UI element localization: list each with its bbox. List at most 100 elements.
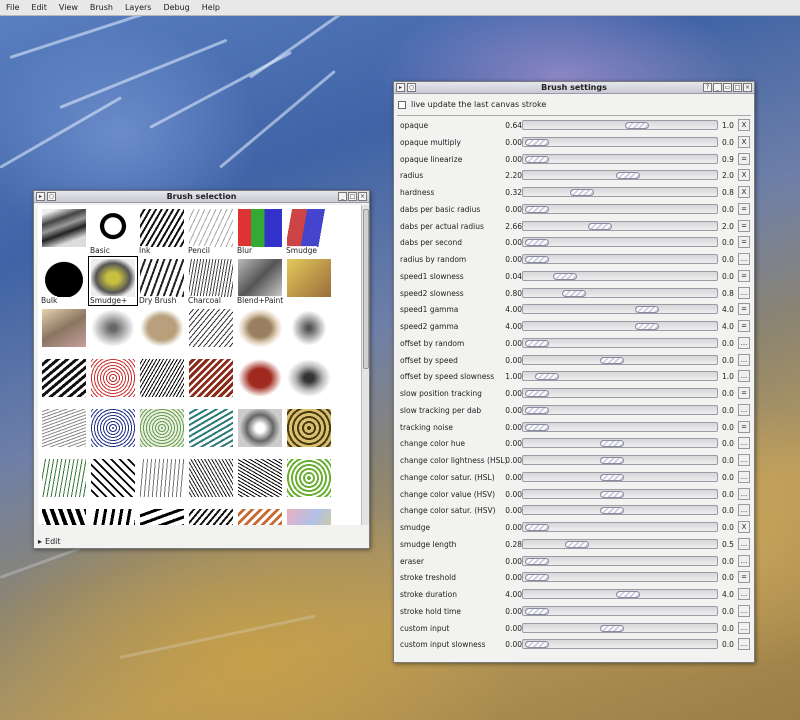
slider-handle[interactable]	[599, 473, 624, 481]
brush-item[interactable]	[138, 307, 186, 355]
brush-item[interactable]	[285, 307, 333, 355]
setting-slider[interactable]	[522, 505, 718, 516]
minimize-icon[interactable]: _	[713, 83, 722, 92]
setting-action-button[interactable]: =	[738, 571, 750, 584]
setting-slider[interactable]	[522, 471, 718, 482]
brush-item[interactable]	[187, 457, 235, 505]
setting-slider[interactable]	[522, 170, 718, 181]
slider-handle[interactable]	[525, 138, 549, 146]
slider-handle[interactable]	[634, 306, 659, 314]
setting-action-button[interactable]: =	[738, 236, 750, 249]
setting-action-button[interactable]: ...	[738, 638, 750, 651]
brush-item[interactable]: Smudge	[285, 207, 333, 255]
brush-item[interactable]: Pencil	[187, 207, 235, 255]
brush-item[interactable]	[40, 507, 88, 525]
brush-item[interactable]	[236, 407, 284, 455]
setting-action-button[interactable]: ...	[738, 437, 750, 450]
setting-action-button[interactable]: =	[738, 320, 750, 332]
slider-handle[interactable]	[564, 540, 589, 548]
setting-slider[interactable]	[522, 187, 718, 197]
brush-item[interactable]	[138, 507, 186, 525]
setting-slider[interactable]	[522, 555, 718, 566]
menu-help[interactable]: Help	[196, 0, 226, 16]
maximize-icon[interactable]: □	[733, 83, 742, 92]
menu-brush[interactable]: Brush	[84, 0, 119, 16]
vertical-scrollbar[interactable]	[361, 205, 369, 525]
slider-handle[interactable]	[525, 205, 549, 213]
brush-item[interactable]	[285, 507, 333, 525]
slider-handle[interactable]	[525, 256, 549, 263]
slider-handle[interactable]	[525, 239, 549, 247]
brush-item[interactable]	[89, 307, 137, 355]
brush-item[interactable]	[40, 357, 88, 405]
setting-action-button[interactable]: X	[738, 135, 750, 148]
slider-handle[interactable]	[599, 624, 624, 632]
brush-item[interactable]: Blend+Paint	[236, 257, 284, 305]
setting-action-button[interactable]: ...	[738, 588, 750, 600]
menu-file[interactable]: File	[0, 0, 25, 16]
slider-handle[interactable]	[534, 373, 559, 381]
slider-handle[interactable]	[525, 155, 549, 163]
slider-handle[interactable]	[599, 490, 624, 498]
setting-slider[interactable]	[522, 488, 718, 499]
slider-handle[interactable]	[599, 440, 624, 448]
setting-action-button[interactable]: X	[738, 169, 750, 182]
scrollbar-thumb[interactable]	[363, 209, 369, 369]
setting-action-button[interactable]: ...	[738, 504, 750, 517]
setting-action-button[interactable]: X	[738, 186, 750, 198]
setting-action-button[interactable]: =	[738, 152, 750, 165]
brush-item[interactable]: Basic	[89, 207, 137, 255]
setting-slider[interactable]	[522, 622, 718, 633]
brush-item[interactable]	[285, 257, 333, 305]
brush-item[interactable]	[187, 407, 235, 455]
brush-item[interactable]	[187, 357, 235, 405]
brush-item[interactable]	[89, 407, 137, 455]
brush-item[interactable]	[40, 407, 88, 455]
edit-expander[interactable]: ▸ Edit	[38, 537, 61, 546]
setting-slider[interactable]	[522, 371, 718, 382]
setting-action-button[interactable]: ...	[738, 336, 750, 349]
setting-action-button[interactable]: ...	[738, 370, 750, 383]
menu-debug[interactable]: Debug	[157, 0, 195, 16]
maximize-icon[interactable]: □	[348, 192, 357, 201]
slider-handle[interactable]	[616, 591, 641, 598]
setting-action-button[interactable]: =	[738, 269, 750, 282]
slider-handle[interactable]	[569, 189, 594, 196]
brush-item[interactable]	[236, 457, 284, 505]
setting-action-button[interactable]: =	[738, 387, 750, 399]
setting-slider[interactable]	[522, 538, 718, 549]
setting-action-button[interactable]: X	[738, 521, 750, 533]
slider-handle[interactable]	[525, 390, 549, 397]
brush-item[interactable]	[285, 457, 333, 505]
brush-item[interactable]	[40, 207, 88, 255]
brush-item[interactable]: Bulk	[40, 257, 88, 305]
setting-slider[interactable]	[522, 220, 718, 231]
slider-handle[interactable]	[599, 457, 624, 464]
setting-slider[interactable]	[522, 421, 718, 432]
brush-item[interactable]: Dry Brush	[138, 257, 186, 305]
brush-item[interactable]: Charcoal	[187, 257, 235, 305]
setting-slider[interactable]	[522, 270, 718, 281]
setting-action-button[interactable]: ...	[738, 286, 750, 299]
slider-handle[interactable]	[599, 507, 624, 515]
brush-item[interactable]	[187, 307, 235, 355]
setting-slider[interactable]	[522, 120, 718, 130]
brush-item[interactable]	[187, 507, 235, 525]
slider-handle[interactable]	[525, 406, 549, 414]
menu-layers[interactable]: Layers	[119, 0, 157, 16]
setting-slider[interactable]	[522, 639, 718, 650]
brush-item[interactable]	[285, 407, 333, 455]
brush-item[interactable]	[285, 357, 333, 405]
help-icon[interactable]: ?	[703, 83, 712, 92]
setting-action-button[interactable]: X	[738, 119, 750, 131]
setting-slider[interactable]	[522, 388, 718, 398]
setting-action-button[interactable]: ...	[738, 470, 750, 483]
setting-slider[interactable]	[522, 438, 718, 449]
setting-slider[interactable]	[522, 203, 718, 214]
window-titlebar[interactable]: ▸ ○ Brush settings ? _ ▭ □ ×	[394, 82, 754, 94]
slider-handle[interactable]	[525, 339, 549, 347]
setting-slider[interactable]	[522, 522, 718, 532]
slider-handle[interactable]	[525, 641, 549, 649]
setting-slider[interactable]	[522, 354, 718, 365]
brush-item[interactable]: Ink	[138, 207, 186, 255]
